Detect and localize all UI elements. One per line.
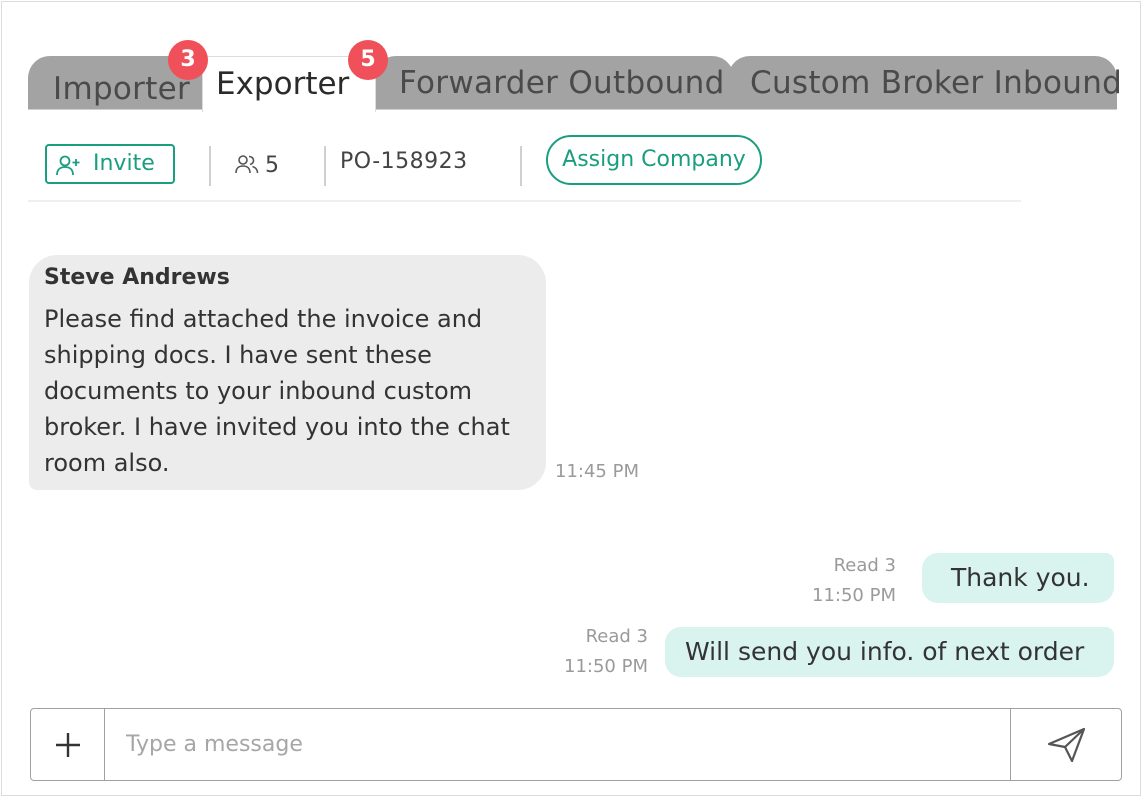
tab-label: Forwarder Outbound [399, 65, 725, 101]
send-icon [1047, 727, 1087, 767]
tab-custom-broker-inbound[interactable]: Custom Broker Inbound [728, 56, 1122, 110]
member-count-value: 5 [265, 153, 279, 178]
message-time: 11:50 PM [564, 656, 648, 677]
tab-label: Importer [53, 71, 191, 107]
toolbar-divider [520, 146, 522, 186]
message-sender: Steve Andrews [44, 265, 230, 290]
read-receipt: Read 3 [833, 555, 896, 576]
tab-label: Exporter [216, 66, 350, 102]
invite-label: Invite [93, 151, 155, 176]
message-time: 11:50 PM [812, 585, 896, 606]
toolbar-separator [28, 200, 1021, 202]
read-receipt: Read 3 [585, 626, 648, 647]
tab-forwarder-outbound[interactable]: Forwarder Outbound [374, 56, 734, 110]
message-time: 11:45 PM [555, 461, 639, 482]
add-user-icon [55, 153, 81, 189]
message-composer [30, 708, 1122, 781]
invite-button[interactable]: Invite [45, 144, 175, 184]
tab-divider [28, 109, 1117, 110]
unread-badge-exporter: 5 [348, 40, 388, 80]
tab-label: Custom Broker Inbound [750, 65, 1123, 101]
unread-badge-importer: 3 [168, 40, 208, 80]
chat-window: Importer Forwarder Outbound Custom Broke… [1, 1, 1141, 796]
outgoing-message: Will send you info. of next order [665, 627, 1114, 677]
toolbar-divider [324, 146, 326, 186]
message-text: Thank you. [951, 563, 1090, 592]
incoming-message: Steve Andrews Please find attached the i… [29, 255, 546, 490]
message-meta: Read 3 11:50 PM [564, 622, 648, 682]
attach-button[interactable] [31, 709, 105, 780]
outgoing-message: Thank you. [922, 553, 1114, 603]
message-text: Please find attached the invoice and shi… [44, 305, 510, 477]
message-meta: Read 3 11:50 PM [812, 551, 896, 611]
toolbar-divider [209, 146, 211, 186]
users-icon [234, 154, 260, 182]
plus-icon [55, 732, 81, 762]
po-number: PO-158923 [340, 149, 468, 174]
assign-company-button[interactable]: Assign Company [546, 135, 762, 185]
send-button[interactable] [1010, 709, 1121, 780]
message-text: Will send you info. of next order [685, 637, 1085, 666]
message-input[interactable] [106, 709, 1010, 780]
